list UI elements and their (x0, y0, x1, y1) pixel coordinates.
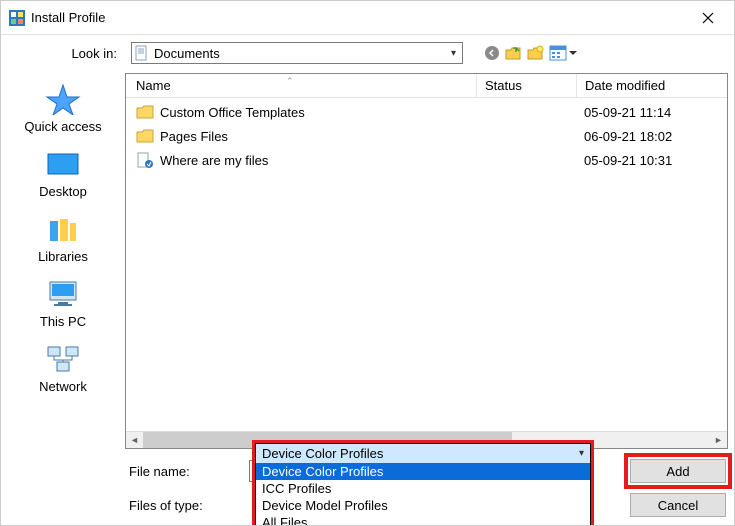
documents-icon (134, 45, 150, 61)
lookin-value: Documents (154, 46, 447, 61)
place-label: Libraries (38, 249, 88, 264)
table-row[interactable]: Pages Files 06-09-21 18:02 (126, 124, 727, 148)
file-name: Custom Office Templates (160, 105, 305, 120)
files-of-type-label: Files of type: (125, 498, 249, 513)
dropdown-option[interactable]: Device Model Profiles (256, 497, 590, 514)
place-label: Desktop (39, 184, 87, 199)
column-header-date[interactable]: Date modified (576, 74, 727, 97)
sort-asc-icon: ⌃ (286, 76, 294, 87)
dropdown-options: Device Color ProfilesICC ProfilesDevice … (256, 463, 590, 526)
place-network[interactable]: Network (1, 343, 125, 394)
place-quick-access[interactable]: Quick access (1, 83, 125, 134)
column-name-text: Name (136, 78, 171, 93)
desktop-icon (44, 148, 82, 180)
file-name: Where are my files (160, 153, 268, 168)
table-row[interactable]: Custom Office Templates 05-09-21 11:14 (126, 100, 727, 124)
up-one-level-icon[interactable] (505, 44, 523, 62)
place-libraries[interactable]: Libraries (1, 213, 125, 264)
column-header-name[interactable]: Name ⌃ (126, 78, 476, 93)
places-bar: Quick access Desktop Libraries This PC (1, 71, 125, 525)
place-label: Quick access (24, 119, 101, 134)
app-icon (9, 10, 25, 26)
quick-access-icon (44, 83, 82, 115)
file-rows: Custom Office Templates 05-09-21 11:14 Pag… (126, 98, 727, 431)
column-headers: Name ⌃ Status Date modified (126, 74, 727, 98)
cancel-button[interactable]: Cancel (630, 493, 726, 517)
network-icon (44, 343, 82, 375)
file-date: 05-09-21 11:14 (576, 105, 727, 120)
place-label: Network (39, 379, 87, 394)
shortcut-icon (136, 152, 154, 168)
file-date: 05-09-21 10:31 (576, 153, 727, 168)
table-row[interactable]: Where are my files 05-09-21 10:31 (126, 148, 727, 172)
lookin-combo[interactable]: Documents ▾ (131, 42, 463, 64)
lookin-label: Look in: (9, 46, 125, 61)
scroll-left-icon[interactable]: ◄ (126, 435, 143, 445)
libraries-icon (44, 213, 82, 245)
column-header-status[interactable]: Status (476, 74, 576, 97)
dropdown-option[interactable]: Device Color Profiles (256, 463, 590, 480)
add-button[interactable]: Add (630, 459, 726, 483)
window-title: Install Profile (31, 10, 685, 25)
place-label: This PC (40, 314, 86, 329)
file-name-label: File name: (125, 464, 249, 479)
this-pc-icon (44, 278, 82, 310)
lookin-toolbar (483, 44, 577, 62)
file-date: 06-09-21 18:02 (576, 129, 727, 144)
scroll-right-icon[interactable]: ► (710, 435, 727, 445)
titlebar: Install Profile (1, 1, 734, 35)
new-folder-icon[interactable] (527, 44, 545, 62)
chevron-down-icon: ▾ (447, 48, 460, 59)
dropdown-option[interactable]: ICC Profiles (256, 480, 590, 497)
chevron-down-icon: ▾ (579, 448, 584, 459)
folder-icon (136, 128, 154, 144)
dropdown-option[interactable]: All Files (256, 514, 590, 526)
close-button[interactable] (685, 3, 730, 33)
file-list: Name ⌃ Status Date modified Custom Offic… (125, 73, 728, 449)
back-icon[interactable] (483, 44, 501, 62)
place-desktop[interactable]: Desktop (1, 148, 125, 199)
files-of-type-dropdown[interactable]: Device Color Profiles ▾ Device Color Pro… (255, 443, 591, 526)
install-profile-dialog: Install Profile Look in: Documents ▾ (0, 0, 735, 526)
file-name: Pages Files (160, 129, 228, 144)
lookin-row: Look in: Documents ▾ (1, 35, 734, 71)
dropdown-current[interactable]: Device Color Profiles ▾ (256, 444, 590, 463)
folder-icon (136, 104, 154, 120)
view-menu-icon[interactable] (549, 44, 577, 62)
place-this-pc[interactable]: This PC (1, 278, 125, 329)
